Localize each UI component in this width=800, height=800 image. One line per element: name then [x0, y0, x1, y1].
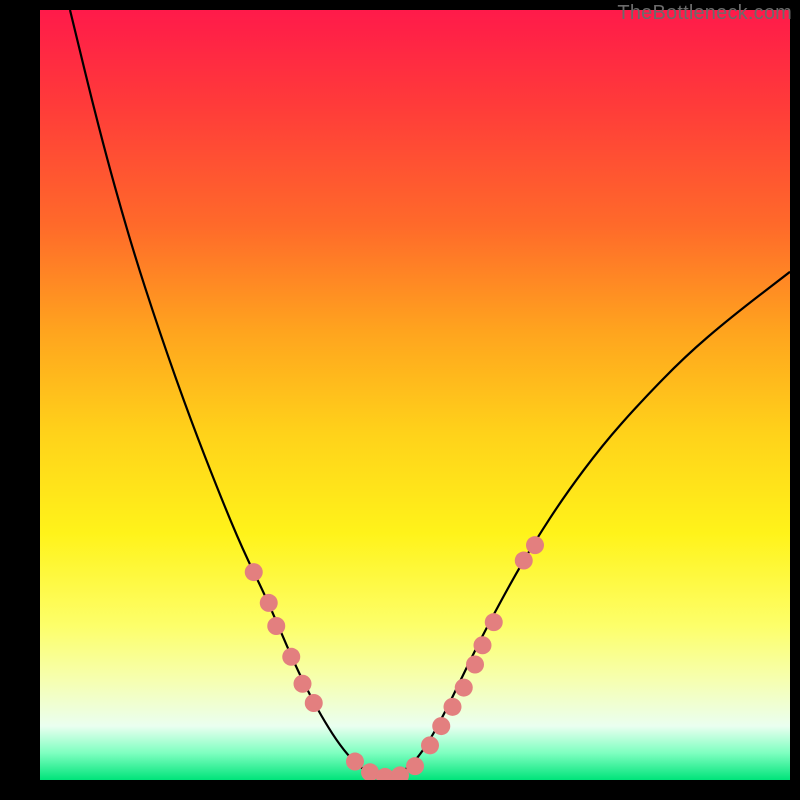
data-marker	[305, 694, 323, 712]
data-marker	[455, 679, 473, 697]
plot-area	[40, 10, 790, 780]
data-marker	[432, 717, 450, 735]
watermark-text: TheBottleneck.com	[617, 2, 792, 25]
data-marker	[245, 563, 263, 581]
curve-left-branch	[70, 10, 385, 778]
data-marker	[466, 656, 484, 674]
data-marker	[282, 648, 300, 666]
data-marker	[346, 753, 364, 771]
curve-group	[70, 10, 790, 778]
data-marker	[526, 536, 544, 554]
data-marker	[515, 552, 533, 570]
data-marker	[485, 613, 503, 631]
chart-svg	[40, 10, 790, 780]
data-marker	[294, 675, 312, 693]
data-marker	[474, 636, 492, 654]
data-marker	[260, 594, 278, 612]
data-marker	[421, 736, 439, 754]
marker-group	[245, 536, 544, 780]
chart-stage: TheBottleneck.com	[0, 0, 800, 800]
data-marker	[444, 698, 462, 716]
data-marker	[406, 757, 424, 775]
data-marker	[267, 617, 285, 635]
